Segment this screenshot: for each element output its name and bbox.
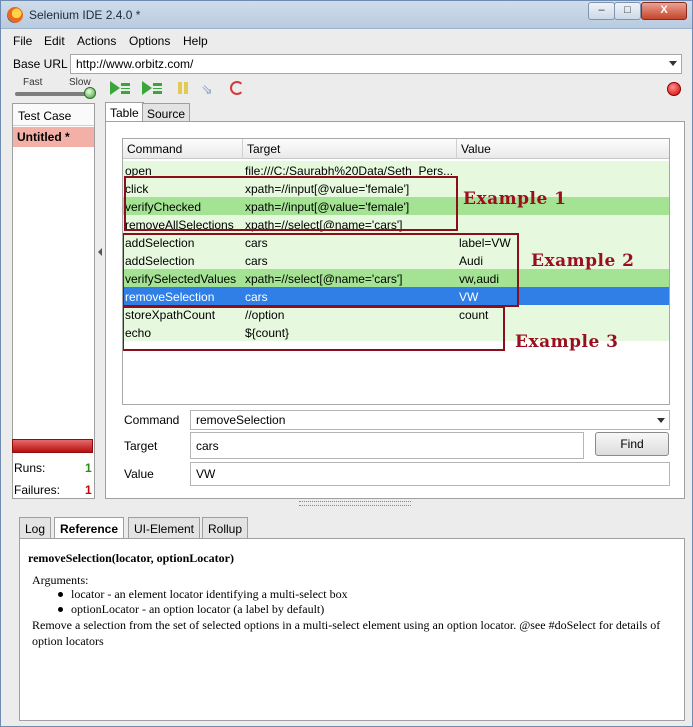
value-value: VW: [196, 467, 216, 481]
annotation-box-example-1: [124, 176, 458, 231]
column-header-value[interactable]: Value: [457, 139, 669, 159]
speed-slider-handle[interactable]: [84, 87, 96, 99]
command-label: Command: [124, 413, 180, 427]
annotation-label-example-3: Example 3: [515, 332, 619, 352]
rollup-icon[interactable]: [230, 81, 252, 97]
bullet-icon: [58, 592, 63, 597]
runs-label: Runs:: [14, 461, 46, 475]
tab-source[interactable]: Source: [142, 103, 191, 122]
play-suite-icon[interactable]: [110, 81, 132, 97]
close-button[interactable]: X: [641, 2, 687, 20]
target-input[interactable]: cars: [190, 432, 584, 459]
target-label: Target: [124, 439, 158, 453]
annotation-label-example-2: Example 2: [531, 251, 635, 271]
test-case-item[interactable]: Untitled *: [13, 127, 94, 147]
speed-slider-track[interactable]: [15, 92, 91, 96]
base-url-value: http://www.orbitz.com/: [76, 57, 194, 71]
chevron-down-icon[interactable]: [669, 61, 677, 66]
annotation-box-example-3: [123, 306, 505, 351]
menu-edit[interactable]: Edit: [44, 34, 65, 48]
failures-label: Failures:: [14, 483, 61, 497]
target-value: cars: [196, 439, 219, 453]
tab-table[interactable]: Table: [105, 102, 144, 122]
firefox-logo-icon: [7, 7, 23, 23]
reference-signature: removeSelection(locator, optionLocator): [28, 551, 234, 565]
command-value: removeSelection: [196, 413, 286, 427]
column-header-command[interactable]: Command: [123, 139, 243, 159]
editor-panel: Command Target Value open file:///C:/Sau…: [105, 121, 685, 499]
column-header-target[interactable]: Target: [243, 139, 457, 159]
base-url-label: Base URL: [13, 57, 68, 71]
chevron-down-icon[interactable]: [657, 418, 665, 423]
splitter-grip-icon[interactable]: [299, 501, 411, 506]
value-input[interactable]: VW: [190, 462, 670, 486]
speed-fast-label: Fast: [23, 77, 43, 88]
annotation-box-example-2: [123, 233, 519, 307]
base-url-row: Base URL http://www.orbitz.com/: [1, 53, 692, 75]
menu-bar: File Edit Actions Options Help: [1, 30, 692, 52]
command-select[interactable]: removeSelection: [190, 410, 670, 430]
collapse-left-icon[interactable]: [98, 248, 102, 256]
test-case-header: Test Case: [13, 104, 94, 126]
runs-count: 1: [85, 461, 92, 475]
argument-item: locator - an element locator identifying…: [71, 587, 348, 601]
maximize-button[interactable]: □: [614, 2, 641, 20]
base-url-input[interactable]: http://www.orbitz.com/: [70, 54, 682, 74]
tab-reference[interactable]: Reference: [54, 517, 125, 539]
table-header: Command Target Value: [123, 139, 669, 159]
menu-help[interactable]: Help: [183, 34, 208, 48]
selenium-ide-window: Selenium IDE 2.4.0 * – □ X File Edit Act…: [0, 0, 693, 727]
tab-log[interactable]: Log: [19, 517, 52, 538]
vertical-splitter[interactable]: [97, 103, 103, 499]
tab-ui-element[interactable]: UI-Element: [128, 517, 201, 538]
record-icon[interactable]: [667, 82, 681, 96]
find-button[interactable]: Find: [595, 432, 669, 456]
title-bar: Selenium IDE 2.4.0 * – □ X: [1, 1, 692, 29]
menu-file[interactable]: File: [13, 34, 32, 48]
command-table: Command Target Value open file:///C:/Sau…: [122, 138, 670, 405]
failures-count: 1: [85, 483, 92, 497]
argument-item: optionLocator - an option locator (a lab…: [71, 602, 325, 616]
tab-rollup[interactable]: Rollup: [202, 517, 249, 538]
window-title: Selenium IDE 2.4.0 *: [29, 8, 141, 22]
menu-options[interactable]: Options: [129, 34, 170, 48]
bullet-icon: [58, 607, 63, 612]
arguments-heading: Arguments:: [32, 573, 89, 587]
failure-progress-bar: [12, 439, 93, 453]
pause-icon[interactable]: [176, 81, 198, 97]
play-test-case-icon[interactable]: [142, 81, 164, 97]
menu-actions[interactable]: Actions: [77, 34, 116, 48]
toolbar: Fast Slow ⇘: [1, 76, 692, 102]
reference-panel: removeSelection(locator, optionLocator) …: [19, 538, 685, 721]
step-icon[interactable]: ⇘: [199, 81, 221, 97]
annotation-label-example-1: Example 1: [463, 189, 567, 209]
reference-description: Remove a selection from the set of selec…: [32, 618, 661, 648]
horizontal-splitter[interactable]: [9, 500, 686, 508]
minimize-button[interactable]: –: [588, 2, 615, 20]
value-label: Value: [124, 467, 154, 481]
